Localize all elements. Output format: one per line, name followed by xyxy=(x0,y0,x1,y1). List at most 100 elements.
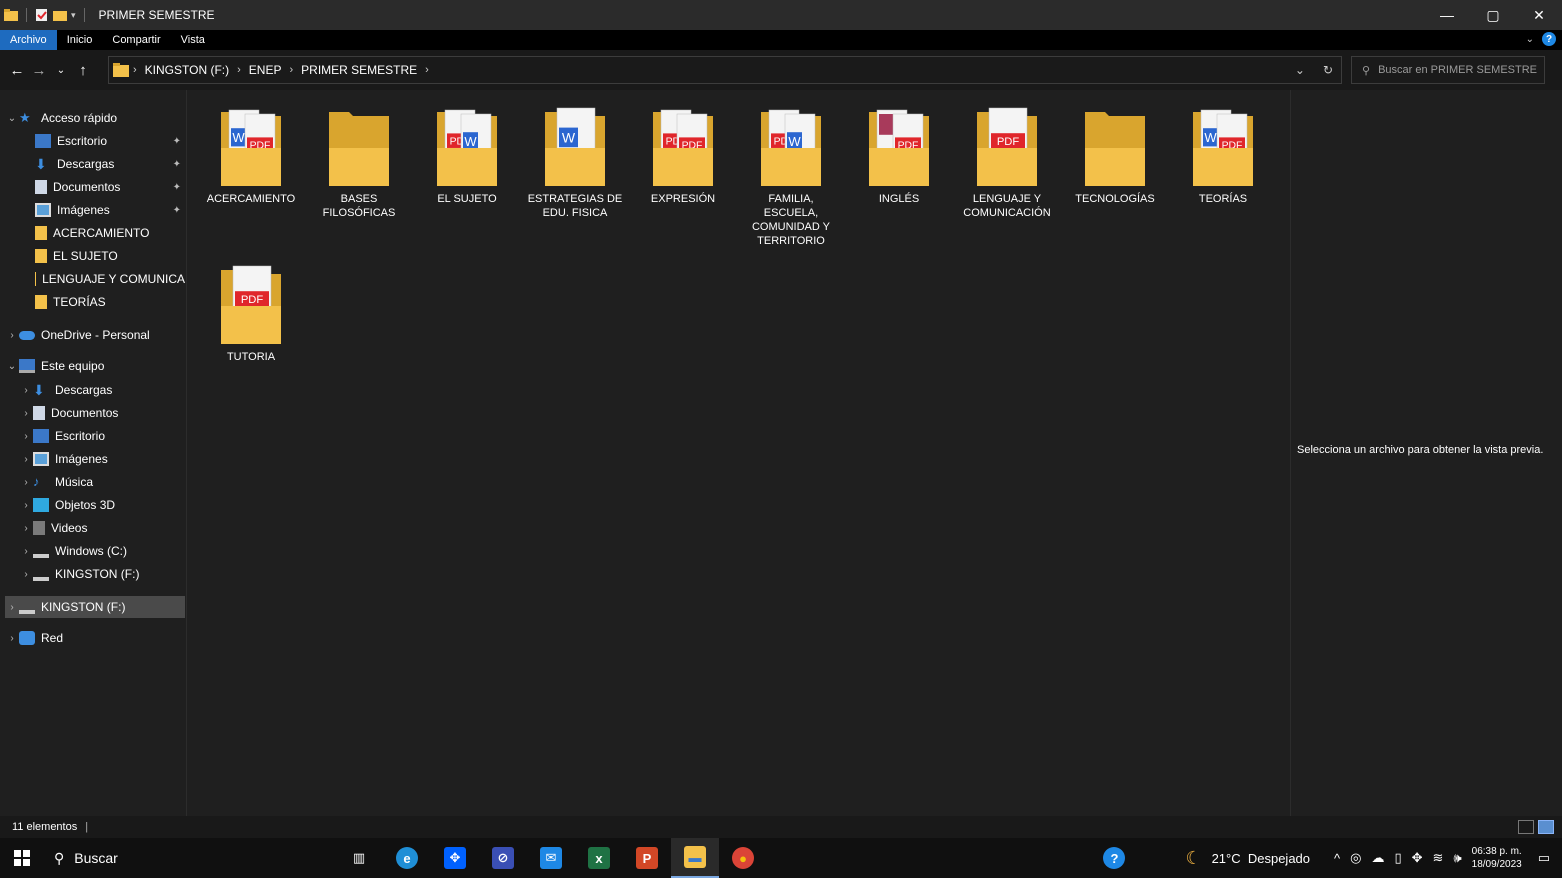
wifi-icon[interactable]: ≋ xyxy=(1433,850,1444,866)
tab-archivo[interactable]: Archivo xyxy=(0,30,57,50)
pin-icon[interactable]: ✦ xyxy=(173,182,181,193)
chevron-right-icon[interactable]: › xyxy=(19,454,33,465)
settings-icon[interactable]: ⊘ xyxy=(479,838,527,878)
chevron-right-icon[interactable]: › xyxy=(19,500,33,511)
chevron-right-icon[interactable]: › xyxy=(19,546,33,557)
nav-this-pc[interactable]: ⌄ Este equipo xyxy=(5,355,185,377)
forward-button[interactable]: → xyxy=(28,62,50,79)
pin-icon[interactable]: ✦ xyxy=(173,159,181,170)
chevron-right-icon[interactable]: › xyxy=(19,385,33,396)
chevron-right-icon[interactable]: › xyxy=(5,330,19,341)
properties-icon[interactable] xyxy=(35,9,49,21)
help-icon[interactable]: ? xyxy=(1542,32,1556,46)
folder-item[interactable]: PDF LENGUAJE Y COMUNICACIÓN xyxy=(957,104,1057,220)
folder-item[interactable]: PDF INGLÉS xyxy=(849,104,949,206)
pin-icon[interactable]: ✦ xyxy=(173,205,181,216)
nav-pc-descargas[interactable]: › ⬇ Descargas xyxy=(5,379,185,401)
folder-item[interactable]: W PDF ACERCAMIENTO xyxy=(201,104,301,206)
nav-pc-musica[interactable]: › ♪ Música xyxy=(5,471,185,493)
nav-pc-escritorio[interactable]: › Escritorio xyxy=(5,425,185,447)
folder-item[interactable]: PDF TUTORIA xyxy=(201,262,301,364)
breadcrumb-enep[interactable]: ENEP xyxy=(249,63,282,77)
mail-icon[interactable]: ✉ xyxy=(527,838,575,878)
onedrive-icon[interactable]: ☁ xyxy=(1371,850,1384,866)
up-button[interactable]: ↑ xyxy=(72,62,94,79)
nav-item-descargas[interactable]: ⬇ Descargas ✦ xyxy=(5,153,185,175)
clock[interactable]: 06:38 p. m. 18/09/2023 xyxy=(1472,845,1522,871)
edge-icon[interactable]: e xyxy=(383,838,431,878)
task-view-icon[interactable]: ▥ xyxy=(335,838,383,878)
nav-quick-access[interactable]: ⌄ ★ Acceso rápido xyxy=(5,107,185,129)
chevron-down-icon[interactable]: ⌄ xyxy=(5,361,19,372)
dropbox-tray-icon[interactable]: ✥ xyxy=(1412,850,1423,866)
nav-pc-documentos[interactable]: › Documentos xyxy=(5,402,185,424)
file-explorer-icon[interactable]: ▬ xyxy=(671,838,719,878)
pin-icon[interactable]: ✦ xyxy=(173,136,181,147)
nav-item-acercamiento[interactable]: ACERCAMIENTO xyxy=(5,222,185,244)
chevron-right-icon[interactable]: › xyxy=(19,477,33,488)
folder-item[interactable]: PDF W EL SUJETO xyxy=(417,104,517,206)
powerpoint-icon[interactable]: P xyxy=(623,838,671,878)
breadcrumb-separator[interactable]: › xyxy=(425,64,429,76)
minimize-button[interactable]: — xyxy=(1424,0,1470,30)
chrome-icon[interactable]: ● xyxy=(719,838,767,878)
tab-vista[interactable]: Vista xyxy=(171,30,215,50)
refresh-icon[interactable]: ↻ xyxy=(1323,63,1333,77)
new-folder-icon[interactable] xyxy=(53,9,67,21)
chevron-right-icon[interactable]: › xyxy=(19,408,33,419)
nav-item-imagenes[interactable]: Imágenes ✦ xyxy=(5,199,185,221)
address-bar[interactable]: › KINGSTON (F:) › ENEP › PRIMER SEMESTRE… xyxy=(108,56,1342,84)
chevron-right-icon[interactable]: › xyxy=(5,633,19,644)
nav-onedrive[interactable]: › OneDrive - Personal xyxy=(5,324,185,346)
nav-pc-imagenes[interactable]: › Imágenes xyxy=(5,448,185,470)
nav-item-escritorio[interactable]: Escritorio ✦ xyxy=(5,130,185,152)
nav-item-lenguaje[interactable]: LENGUAJE Y COMUNICA xyxy=(5,268,185,290)
large-icons-view-button[interactable] xyxy=(1538,820,1554,834)
maximize-button[interactable]: ▢ xyxy=(1470,0,1516,30)
taskbar-search[interactable]: ⚲ Buscar xyxy=(44,838,344,878)
notifications-icon[interactable]: ▭ xyxy=(1538,850,1550,866)
close-button[interactable]: ✕ xyxy=(1516,0,1562,30)
nav-item-teorias[interactable]: TEORÍAS xyxy=(5,291,185,313)
tab-compartir[interactable]: Compartir xyxy=(102,30,170,50)
nav-label: KINGSTON (F:) xyxy=(55,567,140,581)
excel-icon[interactable]: x xyxy=(575,838,623,878)
nav-item-documentos[interactable]: Documentos ✦ xyxy=(5,176,185,198)
meet-now-icon[interactable]: ◎ xyxy=(1350,850,1361,866)
nav-kingston[interactable]: › KINGSTON (F:) xyxy=(5,596,185,618)
folder-item[interactable]: W ESTRATEGIAS DE EDU. FISICA xyxy=(525,104,625,220)
dropdown-arrow-icon[interactable]: ▾ xyxy=(71,10,76,21)
back-button[interactable]: ← xyxy=(6,62,28,79)
address-dropdown-icon[interactable]: ⌄ xyxy=(1295,63,1305,77)
nav-item-el-sujeto[interactable]: EL SUJETO xyxy=(5,245,185,267)
nav-pc-objetos-3d[interactable]: › Objetos 3D xyxy=(5,494,185,516)
volume-icon[interactable]: 🕪 xyxy=(1453,850,1461,866)
nav-pc-kingston[interactable]: › KINGSTON (F:) xyxy=(5,563,185,585)
breadcrumb-kingston[interactable]: KINGSTON (F:) xyxy=(145,63,229,77)
details-view-button[interactable] xyxy=(1518,820,1534,834)
nav-network[interactable]: › Red xyxy=(5,627,185,649)
usb-icon[interactable]: ▯ xyxy=(1394,850,1401,866)
search-input[interactable]: ⚲ Buscar en PRIMER SEMESTRE xyxy=(1351,56,1545,84)
chevron-down-icon[interactable]: ⌄ xyxy=(5,113,19,124)
recent-locations-icon[interactable]: ⌄ xyxy=(50,65,72,76)
folder-item[interactable]: W PDF TEORÍAS xyxy=(1173,104,1273,206)
help-icon[interactable]: ? xyxy=(1103,847,1126,869)
weather-text[interactable]: 21°C Despejado xyxy=(1212,851,1310,866)
expand-ribbon-icon[interactable]: ⌄ xyxy=(1526,34,1534,45)
start-button[interactable] xyxy=(0,838,44,878)
folder-item[interactable]: PDF PDF EXPRESIÓN xyxy=(633,104,733,206)
nav-pc-videos[interactable]: › Videos xyxy=(5,517,185,539)
tab-inicio[interactable]: Inicio xyxy=(57,30,103,50)
folder-item[interactable]: TECNOLOGÍAS xyxy=(1065,104,1165,206)
chevron-right-icon[interactable]: › xyxy=(19,569,33,580)
chevron-right-icon[interactable]: › xyxy=(5,602,19,613)
folder-item[interactable]: PDF W FAMILIA, ESCUELA, COMUNIDAD Y TERRIT… xyxy=(741,104,841,248)
chevron-right-icon[interactable]: › xyxy=(19,431,33,442)
nav-pc-windows-c[interactable]: › Windows (C:) xyxy=(5,540,185,562)
chevron-right-icon[interactable]: › xyxy=(19,523,33,534)
tray-overflow-icon[interactable]: ^ xyxy=(1334,851,1340,866)
breadcrumb-primer-semestre[interactable]: PRIMER SEMESTRE xyxy=(301,63,417,77)
folder-item[interactable]: BASES FILOSÓFICAS xyxy=(309,104,409,220)
dropbox-icon[interactable]: ✥ xyxy=(431,838,479,878)
